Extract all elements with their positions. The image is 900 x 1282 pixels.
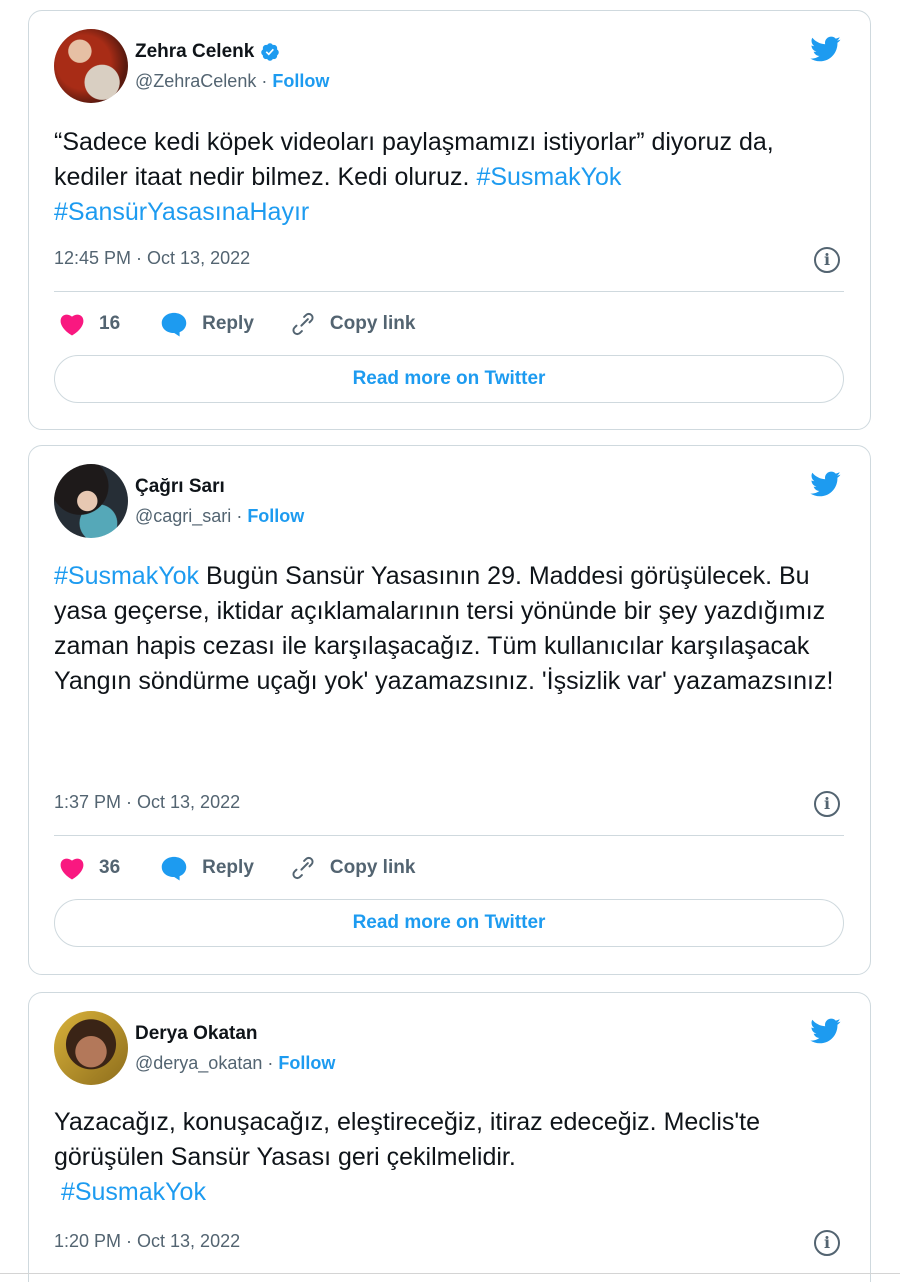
- follow-link[interactable]: Follow: [278, 1053, 335, 1073]
- reply-button[interactable]: Reply: [160, 311, 254, 337]
- avatar[interactable]: [54, 29, 128, 103]
- read-more-button[interactable]: Read more on Twitter: [54, 355, 844, 403]
- like-button[interactable]: 16: [59, 312, 120, 336]
- tweet-text: #SusmakYok Bugün Sansür Yasasının 29. Ma…: [54, 559, 848, 699]
- info-icon[interactable]: i: [814, 1230, 840, 1256]
- hashtag-link[interactable]: #SusmakYok: [61, 1178, 206, 1206]
- avatar[interactable]: [54, 1011, 128, 1085]
- follow-link[interactable]: Follow: [272, 71, 329, 91]
- twitter-bird-icon[interactable]: [806, 468, 844, 500]
- author-name[interactable]: Çağrı Sarı: [135, 476, 225, 498]
- info-icon[interactable]: i: [814, 791, 840, 817]
- info-icon[interactable]: i: [814, 247, 840, 273]
- twitter-bird-icon[interactable]: [806, 33, 844, 65]
- author-name-text[interactable]: Çağrı Sarı: [135, 476, 225, 498]
- separator: ·: [256, 71, 273, 91]
- reply-bubble-icon: [161, 312, 187, 337]
- reply-bubble-icon: [161, 856, 187, 881]
- tweet-timestamp[interactable]: 12:45 PM · Oct 13, 2022: [54, 248, 250, 269]
- link-icon: [292, 312, 314, 336]
- tweet-card-zehra-celenk: Zehra Celenk @ZehraCelenk · Follow “Sade…: [28, 10, 871, 430]
- author-name[interactable]: Derya Okatan: [135, 1023, 258, 1045]
- heart-icon: [60, 858, 84, 880]
- tweet-text-line-2: Yangın söndürme uçağı yok' yazamazsınız.…: [54, 667, 834, 695]
- action-bar: 16 Reply Copy link: [59, 311, 415, 337]
- like-button[interactable]: 36: [59, 856, 120, 880]
- separator: ·: [262, 1053, 279, 1073]
- reply-button[interactable]: Reply: [160, 855, 254, 881]
- author-handle[interactable]: @derya_okatan: [135, 1053, 262, 1073]
- action-bar: 36 Reply Copy link: [59, 855, 415, 881]
- copy-link-label: Copy link: [329, 857, 416, 878]
- tweet-timestamp[interactable]: 1:37 PM · Oct 13, 2022: [54, 792, 240, 813]
- tweet-card-cagri-sari: Çağrı Sarı @cagri_sari · Follow #SusmakY…: [28, 445, 871, 975]
- divider: [54, 291, 844, 292]
- twitter-bird-icon[interactable]: [806, 1015, 844, 1047]
- read-more-button[interactable]: Read more on Twitter: [54, 899, 844, 947]
- copy-link-button[interactable]: Copy link: [290, 855, 416, 881]
- tweet-text-body: Yazacağız, konuşacağız, eleştireceğiz, i…: [54, 1108, 761, 1171]
- author-name-text[interactable]: Derya Okatan: [135, 1023, 258, 1045]
- separator: ·: [231, 506, 248, 526]
- handle-line: @derya_okatan · Follow: [135, 1053, 335, 1074]
- author-name-text[interactable]: Zehra Celenk: [135, 41, 254, 63]
- tweet-text-body: “Sadece kedi köpek videoları paylaşmamız…: [54, 128, 774, 191]
- tweet-text: “Sadece kedi köpek videoları paylaşmamız…: [54, 125, 848, 230]
- handle-line: @cagri_sari · Follow: [135, 506, 304, 527]
- follow-link[interactable]: Follow: [247, 506, 304, 526]
- copy-link-label: Copy link: [329, 313, 416, 334]
- hashtag-link[interactable]: #SusmakYok: [54, 562, 199, 590]
- heart-icon: [60, 314, 84, 336]
- avatar[interactable]: [54, 464, 128, 538]
- page-bottom-divider: [0, 1273, 900, 1274]
- reply-label: Reply: [202, 857, 254, 878]
- tweet-timestamp[interactable]: 1:20 PM · Oct 13, 2022: [54, 1231, 240, 1252]
- handle-line: @ZehraCelenk · Follow: [135, 71, 329, 92]
- verified-badge-icon: [261, 43, 280, 61]
- like-count: 36: [99, 857, 121, 878]
- divider: [54, 835, 844, 836]
- reply-label: Reply: [202, 313, 254, 334]
- author-name[interactable]: Zehra Celenk: [135, 41, 280, 63]
- copy-link-button[interactable]: Copy link: [290, 311, 416, 337]
- author-handle[interactable]: @cagri_sari: [135, 506, 231, 526]
- like-count: 16: [99, 313, 121, 334]
- tweet-text: Yazacağız, konuşacağız, eleştireceğiz, i…: [54, 1105, 848, 1210]
- tweet-card-derya-okatan: Derya Okatan @derya_okatan · Follow Yaza…: [28, 992, 871, 1282]
- author-handle[interactable]: @ZehraCelenk: [135, 71, 256, 91]
- link-icon: [292, 856, 314, 880]
